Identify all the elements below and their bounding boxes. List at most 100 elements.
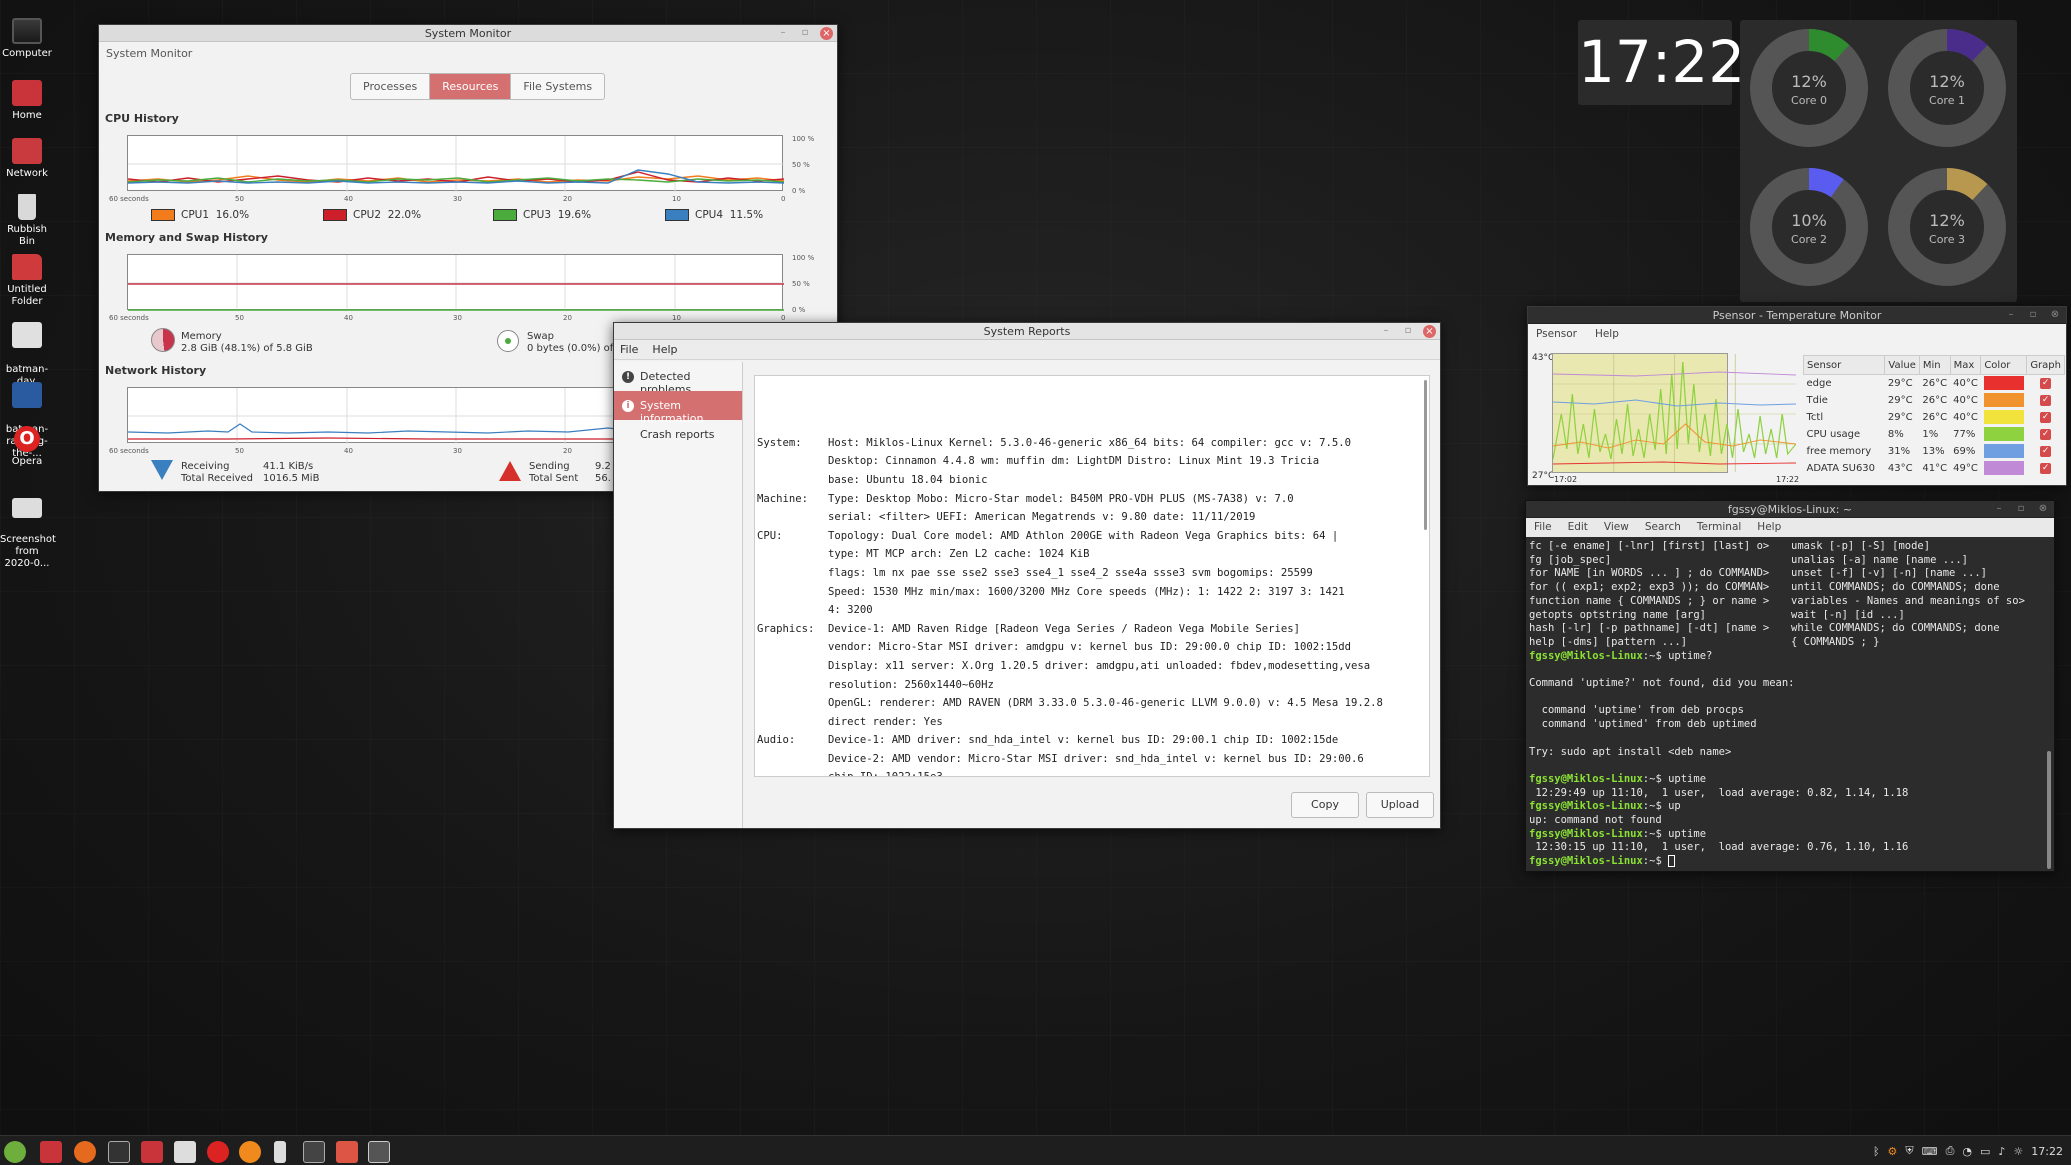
table-row[interactable]: ADATA SU630 43°C 41°C 49°C ✓ (1804, 460, 2065, 477)
desktop-icon-network[interactable]: Network (0, 138, 54, 180)
copy-button[interactable]: Copy (1291, 792, 1359, 818)
cell-graph[interactable]: ✓ (2027, 392, 2065, 409)
cell-graph[interactable]: ✓ (2027, 375, 2065, 392)
close-icon[interactable]: × (820, 27, 833, 40)
terminal-icon[interactable] (108, 1141, 130, 1163)
menu-help[interactable]: Help (1595, 328, 1619, 340)
checkbox-checked[interactable]: ✓ (2040, 394, 2052, 406)
table-row[interactable]: Tctl 29°C 26°C 40°C ✓ (1804, 409, 2065, 426)
checkbox-checked[interactable]: ✓ (2040, 377, 2052, 389)
desktop-icon-untitled-folder[interactable]: Untitled Folder (0, 254, 54, 308)
column-header[interactable]: Value (1884, 355, 1920, 375)
cell-graph[interactable]: ✓ (2027, 426, 2065, 443)
desktop-icon-opera[interactable]: O Opera (0, 426, 54, 468)
menu-help[interactable]: Help (652, 343, 677, 356)
maximize-icon[interactable]: ▫ (798, 26, 812, 40)
cell-color[interactable] (1981, 443, 2027, 460)
minimize-icon[interactable]: – (1992, 502, 2006, 516)
menu-search[interactable]: Search (1645, 521, 1681, 534)
table-row[interactable]: free memory 31% 13% 69% ✓ (1804, 443, 2065, 460)
xed-icon[interactable] (239, 1141, 261, 1163)
opera-icon[interactable] (207, 1141, 229, 1163)
receiving-arrow-icon[interactable] (151, 460, 173, 480)
tab-file-systems[interactable]: File Systems (511, 74, 604, 99)
color-swatch[interactable] (1983, 410, 2024, 424)
color-swatch[interactable] (323, 209, 347, 221)
table-row[interactable]: Tdie 29°C 26°C 40°C ✓ (1804, 392, 2065, 409)
show-desktop-icon[interactable] (40, 1141, 62, 1163)
system-monitor-icon[interactable] (174, 1141, 196, 1163)
cell-color[interactable] (1981, 426, 2027, 443)
swap-pie-icon[interactable] (497, 330, 519, 352)
close-icon[interactable]: ⊗ (2036, 502, 2050, 516)
color-swatch[interactable] (665, 209, 689, 221)
tab-resources[interactable]: Resources (430, 74, 512, 99)
cell-color[interactable] (1981, 375, 2027, 392)
cell-color[interactable] (1981, 392, 2027, 409)
close-icon[interactable]: ⊗ (2048, 308, 2062, 322)
psensor-icon[interactable] (303, 1141, 325, 1163)
column-header[interactable]: Color (1980, 355, 2028, 375)
sidebar-item-crash-reports[interactable]: Crash reports (614, 420, 742, 449)
color-swatch[interactable] (1983, 427, 2024, 441)
color-swatch[interactable] (1983, 393, 2024, 407)
color-swatch[interactable] (1983, 444, 2024, 458)
table-row[interactable]: CPU usage 8% 1% 77% ✓ (1804, 426, 2065, 443)
cell-graph[interactable]: ✓ (2027, 443, 2065, 460)
menu-terminal[interactable]: Terminal (1697, 521, 1741, 534)
system-reports-titlebar[interactable]: System Reports – ▫ × (614, 323, 1440, 340)
psensor-titlebar[interactable]: Psensor - Temperature Monitor – ▫ ⊗ (1528, 307, 2066, 324)
memory-pie-icon[interactable] (151, 328, 175, 352)
scrollbar[interactable] (2047, 751, 2051, 869)
upload-button[interactable]: Upload (1366, 792, 1434, 818)
desktop-icon-computer[interactable]: Computer (0, 18, 54, 60)
column-header[interactable]: Min (1918, 355, 1951, 375)
thermometer-icon[interactable] (274, 1141, 286, 1163)
system-reports-icon[interactable] (336, 1141, 358, 1163)
menu-file[interactable]: File (620, 343, 638, 356)
maximize-icon[interactable]: ▫ (2026, 308, 2040, 322)
bluetooth-icon[interactable]: ᛒ (1873, 1145, 1880, 1158)
column-header[interactable]: Max (1949, 355, 1982, 375)
taskbar-clock[interactable]: 17:22 (2031, 1145, 2063, 1158)
battery-icon[interactable]: ▭ (1980, 1145, 1990, 1158)
files-icon[interactable] (141, 1141, 163, 1163)
terminal-output[interactable]: fc [-e ename] [-lnr] [first] [last] o> fg… (1526, 537, 2054, 871)
close-icon[interactable]: × (1423, 325, 1436, 338)
menu-psensor[interactable]: Psensor (1536, 328, 1577, 340)
minimize-icon[interactable]: – (776, 26, 790, 40)
checkbox-checked[interactable]: ✓ (2040, 445, 2052, 457)
sending-arrow-icon[interactable] (499, 461, 521, 481)
color-swatch[interactable] (1983, 376, 2024, 391)
terminal-window[interactable]: fgssy@Miklos-Linux: ~ – ▫ ⊗ File Edit Vi… (1525, 500, 2055, 872)
cell-graph[interactable]: ✓ (2027, 460, 2065, 477)
minimize-icon[interactable]: – (1379, 324, 1393, 338)
desktop-icon-screenshot[interactable]: Screenshot from 2020-0... (0, 486, 56, 582)
minimize-icon[interactable]: – (2004, 308, 2018, 322)
checkbox-checked[interactable]: ✓ (2040, 462, 2052, 474)
tab-processes[interactable]: Processes (351, 74, 431, 99)
menu-view[interactable]: View (1604, 521, 1629, 534)
scrollbar[interactable] (1424, 380, 1427, 530)
firefox-icon[interactable] (74, 1141, 96, 1163)
menu-edit[interactable]: Edit (1568, 521, 1588, 534)
volume-icon[interactable]: ♪ (1998, 1145, 2005, 1158)
cell-color[interactable] (1981, 409, 2027, 426)
color-swatch[interactable] (1983, 461, 2024, 475)
maximize-icon[interactable]: ▫ (2014, 502, 2028, 516)
desktop-icon-home[interactable]: Home (0, 80, 54, 122)
sidebar-item-detected-problems[interactable]: ! Detected problems (614, 362, 742, 396)
terminal-titlebar[interactable]: fgssy@Miklos-Linux: ~ – ▫ ⊗ (1526, 501, 2054, 518)
menu-file[interactable]: File (1534, 521, 1552, 534)
system-reports-window[interactable]: System Reports – ▫ × File Help ! Detecte… (613, 322, 1441, 829)
table-row[interactable]: edge 29°C 26°C 40°C ✓ (1804, 375, 2065, 392)
column-header[interactable]: Graph (2026, 355, 2065, 375)
color-swatch[interactable] (493, 209, 517, 221)
keyboard-icon[interactable]: ⌨ (1922, 1145, 1938, 1158)
cell-graph[interactable]: ✓ (2027, 409, 2065, 426)
sidebar-item-system-information[interactable]: i System information (614, 391, 742, 425)
brightness-icon[interactable]: ☼ (2013, 1145, 2023, 1158)
menu-help[interactable]: Help (1757, 521, 1781, 534)
menu-icon[interactable] (4, 1141, 26, 1163)
printer-icon[interactable]: ⎙ (1946, 1144, 1955, 1158)
